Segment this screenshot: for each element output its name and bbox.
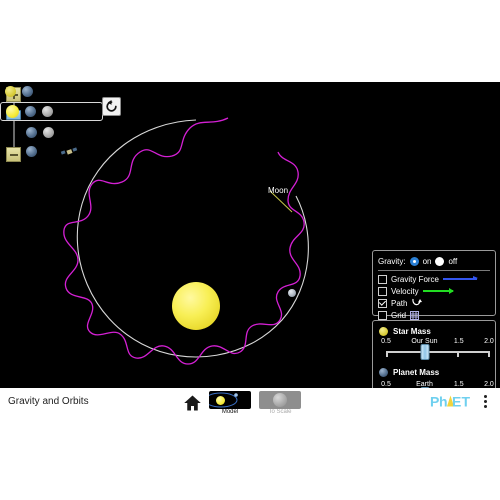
mass-panel: Star Mass 0.5 Our Sun 1.5 2.0 Planet Mas… <box>372 320 496 388</box>
star-mass-label: Star Mass <box>393 327 431 336</box>
svg-text:P: P <box>430 394 439 410</box>
checkbox-row-velocity[interactable]: Velocity <box>378 285 490 297</box>
moon-icon <box>43 127 54 138</box>
grid-checkbox[interactable] <box>378 310 387 320</box>
checkbox-row-gravity-force[interactable]: Gravity Force <box>378 273 490 285</box>
divider <box>378 270 490 271</box>
tab-model-label: Model <box>221 409 239 415</box>
gravity-off-radio[interactable] <box>435 256 445 266</box>
checkbox-row-path[interactable]: Path <box>378 297 490 309</box>
star-mass-slider-handle[interactable] <box>420 344 430 360</box>
moon-body[interactable] <box>288 289 296 297</box>
tab-model-thumbnail <box>209 391 251 409</box>
gravity-force-checkbox[interactable] <box>378 274 387 284</box>
planet-icon <box>26 146 37 157</box>
star-tickmark-3 <box>488 351 490 357</box>
planet-icon <box>22 86 33 97</box>
star-mass-slider[interactable]: 0.5 Our Sun 1.5 2.0 <box>381 338 494 364</box>
options-panel: Gravity: on off Gravity Force Velocity P… <box>372 250 496 320</box>
planet-mass-slider[interactable]: 0.5 Earth 1.5 2.0 <box>381 381 494 388</box>
velocity-label: Velocity <box>391 286 419 296</box>
sun-body[interactable] <box>172 282 220 330</box>
planet-icon <box>379 368 388 377</box>
star-tick-0: 0.5 <box>381 338 391 345</box>
gravity-force-label: Gravity Force <box>391 274 440 284</box>
planet-tick-3: 2.0 <box>484 381 494 388</box>
satellite-icon <box>60 146 78 155</box>
tab-model[interactable]: Model <box>209 391 251 415</box>
path-curve-icon <box>412 298 423 306</box>
svg-text:T: T <box>462 394 471 410</box>
navigation-bar: Gravity and Orbits Model To Scale P h E … <box>0 388 500 418</box>
gravity-on-label: on <box>422 256 432 266</box>
svg-text:h: h <box>439 394 448 410</box>
velocity-checkbox[interactable] <box>378 286 387 296</box>
star-tickmark-2 <box>457 351 459 357</box>
moon-label: Moon <box>268 186 289 195</box>
star-tick-3: 2.0 <box>484 338 494 345</box>
green-arrow-icon <box>422 287 454 294</box>
reset-icon <box>106 100 117 112</box>
tab-to-scale-thumbnail <box>259 391 301 409</box>
path-label: Path <box>391 298 408 308</box>
mode-selector-panel <box>0 82 124 160</box>
gravity-on-radio[interactable] <box>409 256 419 266</box>
tab-to-scale-label: To Scale <box>268 409 292 415</box>
reset-all-button[interactable] <box>102 97 121 116</box>
sun-icon <box>379 327 388 336</box>
grid-label: Grid <box>391 310 407 320</box>
moon-icon <box>42 106 53 117</box>
gravity-label: Gravity: <box>378 256 406 266</box>
sun-icon <box>6 105 19 118</box>
svg-text:E: E <box>452 394 461 410</box>
planet-tick-0: 0.5 <box>381 381 391 388</box>
gravity-off-label: off <box>448 256 458 266</box>
kebab-menu-icon[interactable] <box>484 395 488 410</box>
gravity-toggle-row[interactable]: Gravity: on off <box>378 254 490 268</box>
mode-row-planet-moon[interactable] <box>21 123 54 142</box>
star-slider-track <box>386 351 490 353</box>
mode-row-sun-planet-moon[interactable] <box>0 102 103 121</box>
path-checkbox[interactable] <box>378 298 387 308</box>
sun-icon <box>5 86 16 97</box>
app-root: Moon Gravity: on off Gravity Force Veloc… <box>0 0 500 500</box>
star-tick-2: 1.5 <box>453 338 464 345</box>
blue-arrow-icon <box>443 276 479 280</box>
planet-mass-title-row: Planet Mass <box>379 368 489 377</box>
star-mass-title-row: Star Mass <box>379 327 489 336</box>
home-icon[interactable] <box>183 394 202 412</box>
phet-logo[interactable]: P h E T <box>430 393 480 411</box>
tab-to-scale[interactable]: To Scale <box>259 391 301 415</box>
planet-mass-label: Planet Mass <box>393 368 440 377</box>
star-tickmark-0 <box>386 351 388 357</box>
planet-icon <box>26 127 37 138</box>
mode-row-planet-satellite[interactable] <box>21 142 79 161</box>
grid-icon <box>410 310 420 320</box>
mode-row-sun-planet[interactable] <box>0 82 33 101</box>
sim-title: Gravity and Orbits <box>8 396 89 407</box>
simulation-canvas[interactable]: Moon Gravity: on off Gravity Force Veloc… <box>0 82 500 388</box>
planet-icon <box>25 106 36 117</box>
planet-tick-2: 1.5 <box>453 381 464 388</box>
